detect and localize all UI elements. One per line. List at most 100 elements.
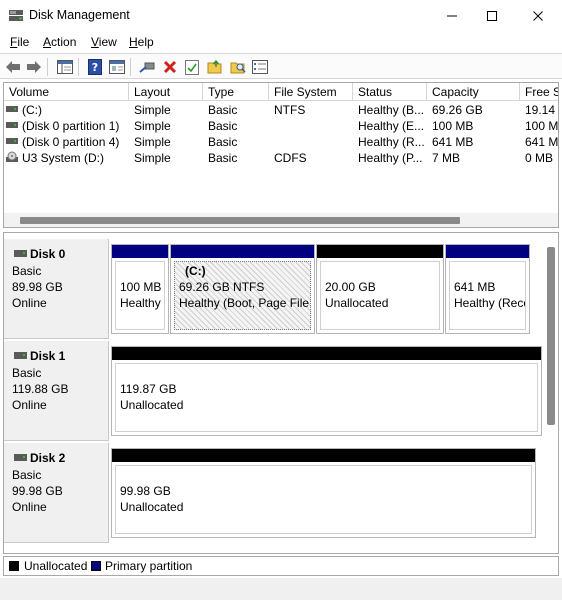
- partition-body: 99.98 GB Unallocated: [115, 465, 532, 534]
- volume-row[interactable]: U3 System (D:) Simple Basic CDFS Healthy…: [4, 150, 558, 166]
- column-header-capacity[interactable]: Capacity: [427, 83, 520, 101]
- properties-view-button[interactable]: [108, 58, 126, 76]
- partition-body: 100 MB Healthy (: [115, 261, 165, 330]
- partition-size: 641 MB: [454, 280, 496, 294]
- delete-button[interactable]: [161, 58, 179, 76]
- legend-swatch-primary: [91, 561, 101, 571]
- menu-view[interactable]: View: [91, 35, 117, 49]
- disk-name: Disk 2: [30, 451, 66, 465]
- delete-icon: [163, 60, 177, 74]
- volume-free-space: 100 MI: [525, 119, 558, 133]
- unallocated-bar: [112, 347, 541, 360]
- forward-button[interactable]: [25, 58, 43, 76]
- partition-block[interactable]: 100 MB Healthy (: [111, 244, 169, 334]
- disk-management-app-icon: [9, 10, 23, 21]
- disk-graphical-view[interactable]: Disk 0 Basic 89.98 GB Online 100 MB Heal…: [3, 232, 559, 554]
- menu-help[interactable]: Help: [129, 35, 154, 49]
- volume-capacity: 7 MB: [432, 151, 461, 165]
- disk-icon: [14, 454, 27, 461]
- partition-block-c[interactable]: (C:) 69.26 GB NTFS Healthy (Boot, Page F…: [170, 244, 315, 334]
- volume-free-space: 641 MI: [525, 135, 558, 149]
- checklist-button[interactable]: [183, 58, 201, 76]
- volume-list[interactable]: Volume Layout Type File System Status Ca…: [3, 82, 559, 228]
- partition-body: 641 MB Healthy (Reco: [449, 261, 526, 330]
- volume-type: Basic: [208, 119, 238, 133]
- unallocated-bar: [317, 245, 443, 258]
- volume-capacity: 69.26 GB: [432, 103, 483, 117]
- volume-capacity: 100 MB: [432, 119, 474, 133]
- column-header-volume[interactable]: Volume: [4, 83, 129, 101]
- checklist-icon: [185, 60, 199, 75]
- partition-block[interactable]: 641 MB Healthy (Reco: [445, 244, 530, 334]
- column-header-file-system[interactable]: File System: [269, 83, 353, 101]
- open-folder-button[interactable]: [206, 58, 224, 76]
- forward-arrow-icon: [27, 61, 41, 73]
- volume-layout: Simple: [134, 119, 171, 133]
- disk-size: 119.88 GB: [12, 382, 69, 396]
- primary-partition-bar: [171, 245, 314, 258]
- partition-status: Healthy (Boot, Page File, C: [179, 296, 311, 310]
- disk-2-label[interactable]: Disk 2 Basic 99.98 GB Online: [4, 443, 109, 543]
- back-button[interactable]: [4, 58, 22, 76]
- volume-row[interactable]: (Disk 0 partition 1) Simple Basic Health…: [4, 118, 558, 134]
- partition-title: (C:): [185, 264, 206, 278]
- unallocated-block[interactable]: 119.87 GB Unallocated: [111, 346, 542, 436]
- list-icon: [252, 60, 268, 74]
- unallocated-block[interactable]: 20.00 GB Unallocated: [316, 244, 444, 334]
- partition-size: 20.00 GB: [325, 280, 376, 294]
- partition-status: Healthy (Reco: [454, 296, 526, 310]
- menu-action[interactable]: Action: [43, 35, 76, 49]
- volume-name: (Disk 0 partition 1): [22, 119, 120, 133]
- volume-layout: Simple: [134, 103, 171, 117]
- show-hide-console-tree-button[interactable]: [56, 58, 74, 76]
- minimize-button[interactable]: [430, 0, 474, 32]
- partition-size: 100 MB: [120, 280, 162, 294]
- open-folder-icon: [207, 60, 222, 74]
- disk-name: Disk 0: [30, 247, 66, 261]
- column-header-status[interactable]: Status: [353, 83, 427, 101]
- volume-type: Basic: [208, 135, 238, 149]
- properties-view-icon: [109, 60, 125, 74]
- help-button[interactable]: ?: [86, 58, 104, 76]
- volume-row[interactable]: (Disk 0 partition 4) Simple Basic Health…: [4, 134, 558, 150]
- legend-label-primary: Primary partition: [105, 559, 193, 573]
- column-header-layout[interactable]: Layout: [129, 83, 203, 101]
- minimize-icon: [447, 15, 457, 17]
- disk-1-label[interactable]: Disk 1 Basic 119.88 GB Online: [4, 341, 109, 441]
- partition-size: 119.87 GB: [120, 382, 177, 396]
- partition-status: Unallocated: [120, 398, 184, 412]
- horizontal-scrollbar[interactable]: [4, 213, 558, 227]
- volume-name: (Disk 0 partition 4): [22, 135, 120, 149]
- disk-0-label[interactable]: Disk 0 Basic 89.98 GB Online: [4, 239, 109, 339]
- primary-partition-bar: [446, 245, 529, 258]
- vertical-scrollbar-thumb[interactable]: [547, 247, 555, 425]
- partition-status: Unallocated: [325, 296, 389, 310]
- menu-file[interactable]: File: [10, 35, 29, 49]
- list-view-button[interactable]: [251, 58, 269, 76]
- disk-name: Disk 1: [30, 349, 66, 363]
- column-header-free-space[interactable]: Free Sp: [520, 83, 558, 101]
- volume-layout: Simple: [134, 151, 171, 165]
- explore-icon: [230, 62, 246, 74]
- unallocated-block[interactable]: 99.98 GB Unallocated: [111, 448, 536, 538]
- menu-bar: File Action View Help: [0, 32, 562, 52]
- disk-type: Basic: [12, 264, 42, 278]
- partition-status: Healthy (: [120, 296, 165, 310]
- maximize-button[interactable]: [470, 0, 514, 32]
- volume-type: Basic: [208, 103, 238, 117]
- connect-button[interactable]: [138, 58, 156, 76]
- window-title: Disk Management: [29, 8, 130, 22]
- disk-status: Online: [12, 398, 47, 412]
- horizontal-scrollbar-thumb[interactable]: [20, 217, 460, 224]
- partition-size: 69.26 GB NTFS: [179, 280, 265, 294]
- volume-status: Healthy (E...: [358, 119, 425, 133]
- volume-file-system: CDFS: [274, 151, 307, 165]
- disk-icon: [14, 352, 27, 359]
- volume-capacity: 641 MB: [432, 135, 474, 149]
- column-header-type[interactable]: Type: [203, 83, 269, 101]
- close-button[interactable]: [516, 0, 560, 32]
- disk-status: Online: [12, 296, 47, 310]
- volume-row[interactable]: (C:) Simple Basic NTFS Healthy (B... 69.…: [4, 102, 558, 118]
- explore-button[interactable]: [229, 58, 247, 76]
- toolbar: ?: [0, 53, 562, 79]
